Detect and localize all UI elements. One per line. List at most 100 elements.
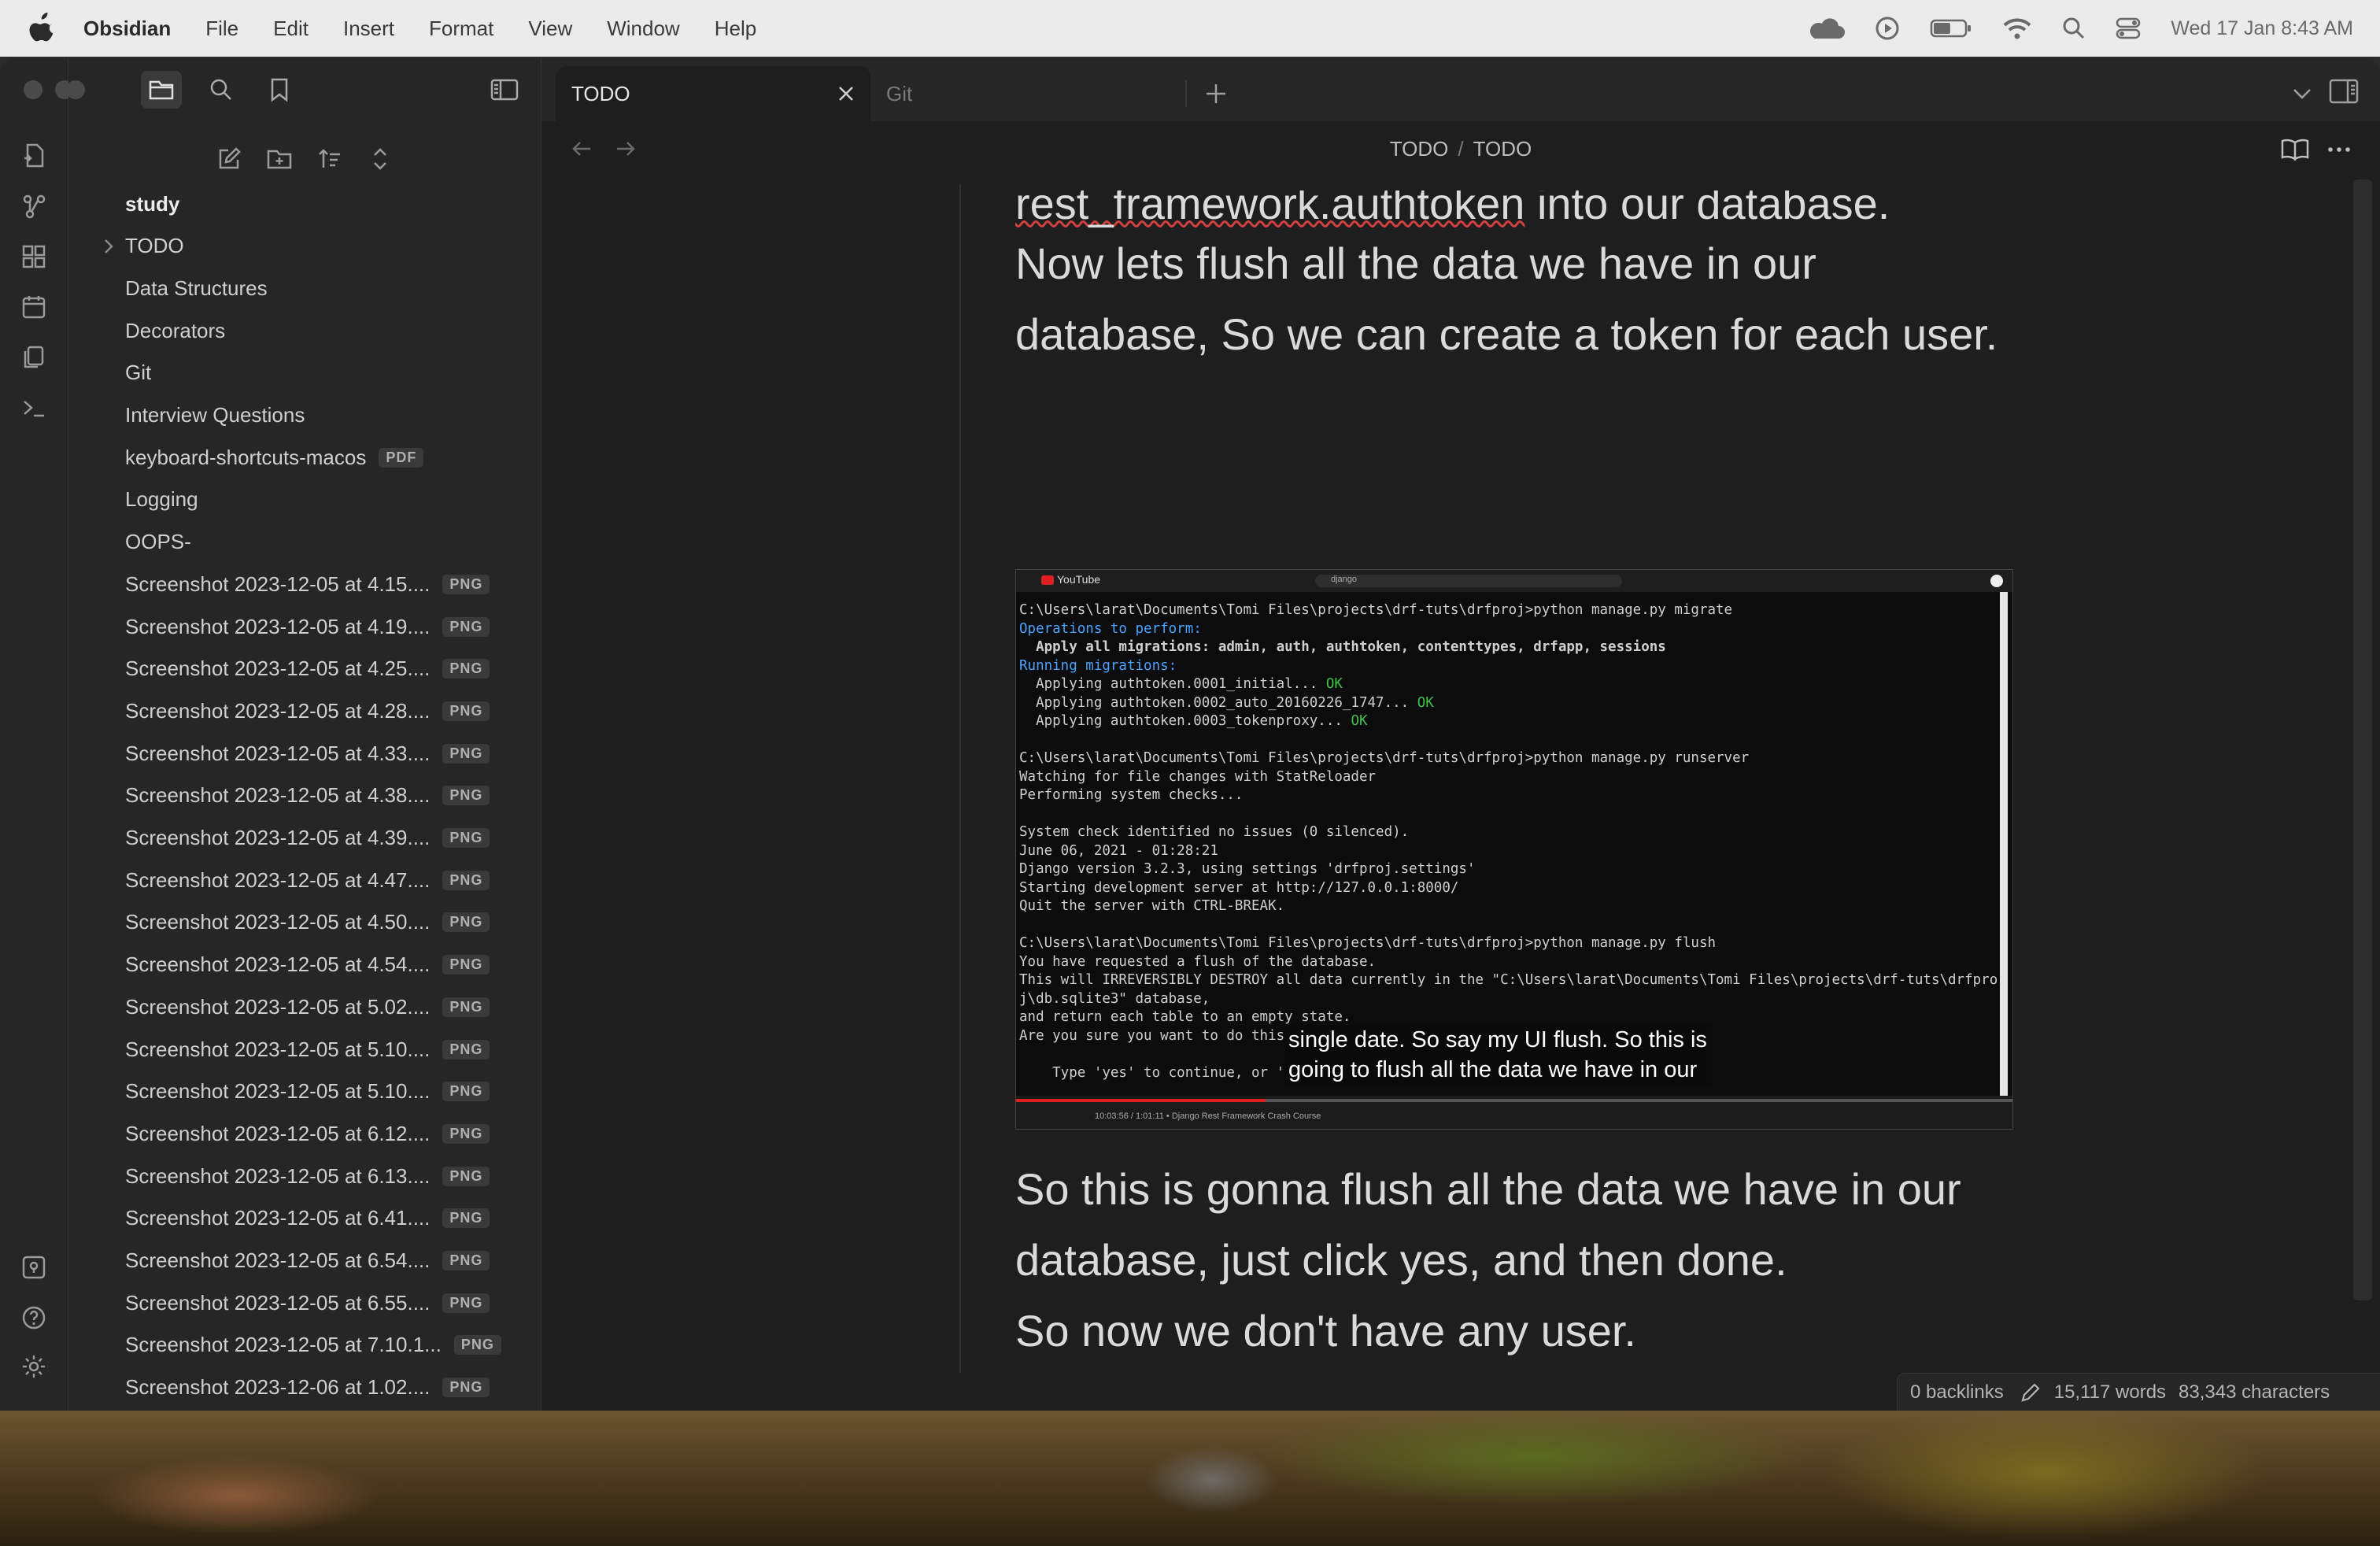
terminal-line: Watching for file changes with StatReloa… <box>1019 768 1998 787</box>
embedded-screenshot-image[interactable]: YouTube django C:\Users\larat\Documents\… <box>1015 569 2013 1130</box>
breadcrumb-folder[interactable]: TODO <box>1390 137 1449 161</box>
file-item[interactable]: Screenshot 2023-12-05 at 6.55.... PNG <box>125 1283 490 1322</box>
file-item[interactable]: Screenshot 2023-12-05 at 5.10.... PNG <box>125 1030 490 1069</box>
editing-mode-pencil-icon[interactable] <box>2020 1381 2042 1404</box>
file-item[interactable]: Screenshot 2023-12-05 at 6.41.... PNG <box>125 1199 490 1238</box>
file-item[interactable]: Screenshot 2023-12-05 at 7.10.1... PNG <box>125 1326 501 1365</box>
folder-item[interactable]: TODO <box>105 227 184 266</box>
graph-view-icon[interactable] <box>18 190 50 222</box>
file-item[interactable]: Screenshot 2023-12-05 at 6.54.... PNG <box>125 1241 490 1281</box>
backlinks-count[interactable]: 0 backlinks <box>1910 1381 2004 1404</box>
tab-bar: TODO Git <box>541 58 2380 121</box>
more-options-ellipsis-icon[interactable] <box>2323 134 2355 165</box>
sort-order-icon[interactable] <box>311 140 349 178</box>
menu-help[interactable]: Help <box>715 17 756 41</box>
chevron-right-icon[interactable] <box>98 236 119 257</box>
folder-item[interactable]: study <box>125 184 179 224</box>
search-tab-icon[interactable] <box>201 71 242 109</box>
file-type-badge: PNG <box>442 574 490 594</box>
note-line-4[interactable]: So this is gonna flush all the data we h… <box>1015 1154 1961 1225</box>
tab-todo[interactable]: TODO <box>556 66 870 121</box>
file-item[interactable]: Data Structures <box>125 268 268 308</box>
new-note-icon[interactable] <box>210 140 248 178</box>
file-item[interactable]: Decorators <box>125 311 225 350</box>
reading-view-book-icon[interactable] <box>2279 134 2311 165</box>
menu-edit[interactable]: Edit <box>273 17 309 41</box>
close-tab-icon[interactable] <box>836 83 856 104</box>
file-item[interactable]: Logging <box>125 480 198 520</box>
menubar-clock[interactable]: Wed 17 Jan 8:43 AM <box>2171 17 2353 40</box>
canvas-icon[interactable] <box>18 241 50 272</box>
menu-format[interactable]: Format <box>429 17 493 41</box>
terminal-line-text: System check identified no issues (0 sil… <box>1019 824 1410 840</box>
file-item[interactable]: Screenshot 2023-12-05 at 4.50.... PNG <box>125 903 490 942</box>
templates-copy-icon[interactable] <box>18 342 50 373</box>
file-item[interactable]: Screenshot 2023-12-05 at 5.10.... PNG <box>125 1072 490 1111</box>
file-item[interactable]: Screenshot 2023-12-05 at 4.38.... PNG <box>125 776 490 816</box>
bookmarks-tab-icon[interactable] <box>259 71 300 109</box>
file-item[interactable]: Screenshot 2023-12-05 at 6.13.... PNG <box>125 1156 490 1196</box>
file-item[interactable]: Screenshot 2023-12-05 at 4.39.... PNG <box>125 819 490 858</box>
breadcrumb-file[interactable]: TODO <box>1473 137 1532 161</box>
file-item[interactable]: OOPS- <box>125 523 191 562</box>
wifi-icon[interactable] <box>2002 17 2032 40</box>
video-progress-bar <box>1016 1099 2012 1102</box>
note-line-6[interactable]: So now we don't have any user. <box>1015 1296 1636 1367</box>
character-count[interactable]: 83,343 characters <box>2179 1381 2330 1404</box>
note-line-5[interactable]: database, just click yes, and then done. <box>1015 1225 1787 1296</box>
file-explorer-actions <box>68 134 541 184</box>
battery-icon[interactable] <box>1930 17 1972 39</box>
play-circle-icon[interactable] <box>1875 16 1900 41</box>
file-item[interactable]: Screenshot 2023-12-06 at 1.02.... PNG <box>125 1368 490 1407</box>
file-item[interactable]: keyboard-shortcuts-macos PDF <box>125 438 424 477</box>
file-item[interactable]: Screenshot 2023-12-05 at 4.19.... PNG <box>125 607 490 646</box>
file-item[interactable]: Interview Questions <box>125 396 305 435</box>
note-line-3[interactable]: database, So we can create a token for e… <box>1015 299 1998 370</box>
help-icon[interactable] <box>18 1302 50 1333</box>
terminal-line: Running migrations: <box>1019 657 1998 676</box>
file-item[interactable]: Screenshot 2023-12-05 at 4.54.... PNG <box>125 945 490 985</box>
embedded-search-box <box>1315 575 1622 587</box>
collapse-all-icon[interactable] <box>361 140 399 178</box>
toggle-right-sidebar-icon[interactable] <box>2328 77 2360 105</box>
files-tab-folder-icon[interactable] <box>141 71 182 109</box>
menu-view[interactable]: View <box>528 17 572 41</box>
note-line-2[interactable]: Now lets flush all the data we have in o… <box>1015 228 1816 299</box>
file-item[interactable]: Screenshot 2023-12-05 at 4.47.... PNG <box>125 860 490 900</box>
tab-git[interactable]: Git <box>870 66 1185 121</box>
control-center-icon[interactable] <box>2116 17 2141 40</box>
tree-item-label: TODO <box>125 234 184 258</box>
open-quick-switcher-icon[interactable] <box>18 140 50 172</box>
daily-note-calendar-icon[interactable] <box>18 291 50 323</box>
file-item[interactable]: Screenshot 2023-12-05 at 4.33.... PNG <box>125 734 490 773</box>
file-item[interactable]: Screenshot 2023-12-05 at 4.28.... PNG <box>125 691 490 730</box>
file-item[interactable]: Screenshot 2023-12-05 at 4.15.... PNG <box>125 564 490 604</box>
menu-window[interactable]: Window <box>607 17 679 41</box>
tab-list-chevron-down-icon[interactable] <box>2290 82 2314 105</box>
settings-gear-icon[interactable] <box>18 1351 50 1382</box>
menu-file[interactable]: File <box>205 17 238 41</box>
word-count[interactable]: 15,117 words <box>2054 1381 2166 1404</box>
open-vault-icon[interactable] <box>18 1252 50 1283</box>
app-menu-obsidian[interactable]: Obsidian <box>83 17 171 41</box>
window-close-button[interactable] <box>24 80 42 99</box>
file-item[interactable]: Screenshot 2023-12-05 at 4.25.... PNG <box>125 649 490 689</box>
terminal-line: C:\Users\larat\Documents\Tomi Files\proj… <box>1019 934 1998 953</box>
new-tab-plus-icon[interactable] <box>1203 80 1229 107</box>
file-item[interactable]: Git <box>125 353 151 393</box>
note-spelling-flagged-term[interactable]: rest_framework.authtoken <box>1015 190 1524 228</box>
tree-item-label: Screenshot 2023-12-05 at 6.55.... <box>125 1290 431 1315</box>
toggle-left-sidebar-icon[interactable] <box>484 71 525 109</box>
file-item[interactable]: Screenshot 2023-12-05 at 5.02.... PNG <box>125 987 490 1026</box>
file-type-badge: PNG <box>442 1166 490 1186</box>
cloud-icon[interactable] <box>1805 17 1846 40</box>
new-folder-icon[interactable] <box>261 140 298 178</box>
apple-icon[interactable] <box>28 13 57 44</box>
file-item[interactable]: Screenshot 2023-12-05 at 6.12.... PNG <box>125 1114 490 1153</box>
menu-insert[interactable]: Insert <box>343 17 394 41</box>
spotlight-search-icon[interactable] <box>2062 17 2086 40</box>
command-palette-icon[interactable] <box>18 392 50 423</box>
video-progress-fill <box>1016 1099 1266 1102</box>
editor-scrollbar[interactable] <box>2353 179 2372 1300</box>
